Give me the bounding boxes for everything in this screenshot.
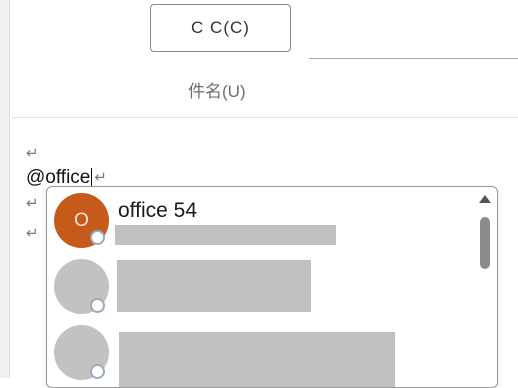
- presence-status-icon: [90, 230, 105, 245]
- contact-details-redacted: [117, 260, 311, 312]
- cc-recipient-field[interactable]: [309, 58, 518, 59]
- scrollbar-thumb[interactable]: [480, 217, 490, 269]
- subject-label: 件名(U): [188, 82, 246, 101]
- contact-name: office 54: [118, 199, 198, 222]
- contact-suggestion-item[interactable]: O office 54: [47, 187, 467, 253]
- window-left-edge: [0, 0, 10, 378]
- presence-status-icon: [90, 364, 105, 379]
- contact-email-redacted: [115, 225, 336, 245]
- scrollbar[interactable]: [477, 193, 491, 383]
- header-divider: [12, 117, 518, 118]
- paragraph-mark: ↵: [26, 195, 39, 212]
- cc-button[interactable]: C C(C): [150, 4, 291, 52]
- paragraph-mark: ↵: [26, 145, 39, 162]
- presence-status-icon: [90, 298, 105, 313]
- text-caret: [91, 168, 93, 188]
- contact-suggestion-item[interactable]: [47, 253, 467, 319]
- paragraph-mark: ↵: [26, 225, 39, 242]
- contact-details-redacted: [119, 332, 395, 387]
- mention-suggestion-list[interactable]: O office 54: [46, 186, 498, 388]
- scroll-up-arrow-icon[interactable]: [479, 195, 491, 203]
- contact-suggestion-item[interactable]: [47, 319, 467, 387]
